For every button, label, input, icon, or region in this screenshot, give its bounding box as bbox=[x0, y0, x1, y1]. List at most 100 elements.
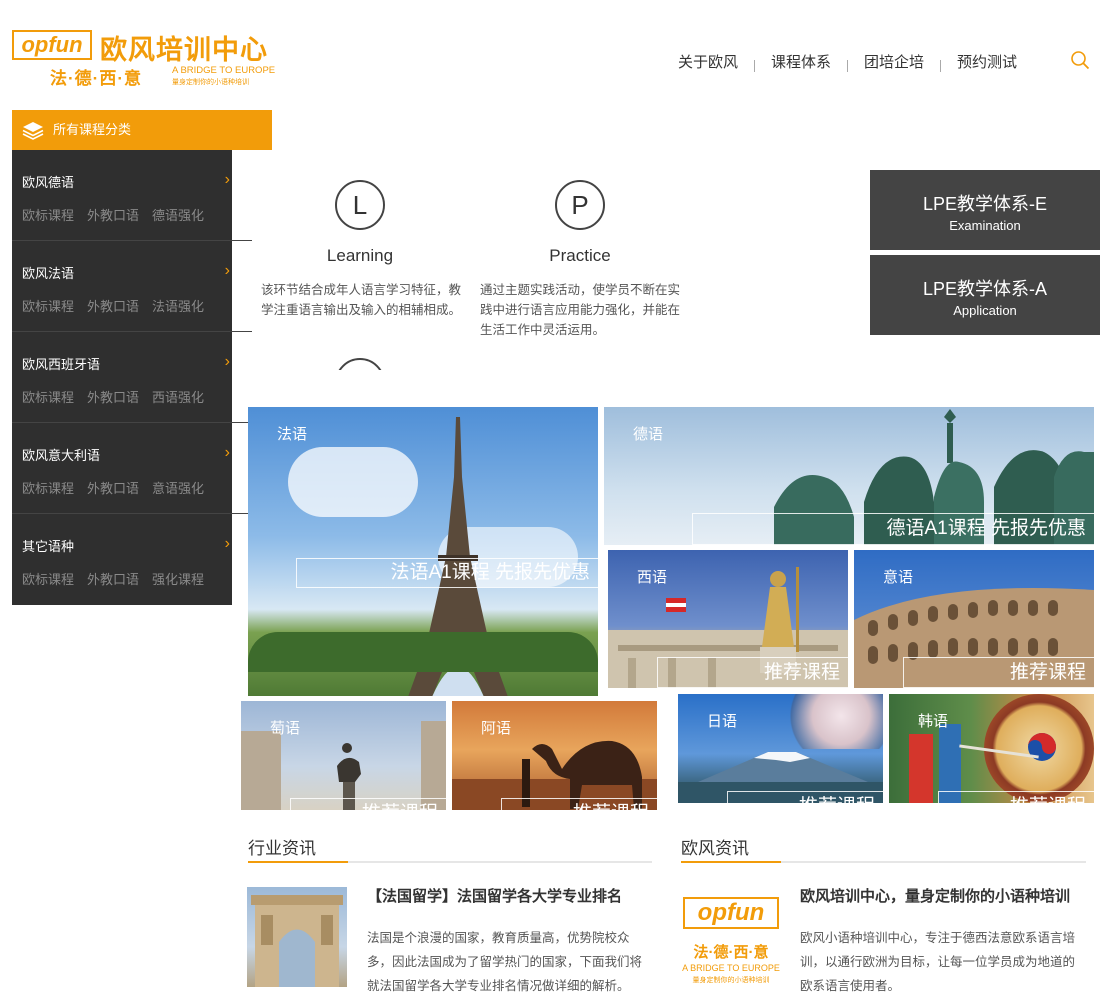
category-spanish[interactable]: 欧风西班牙语 › 欧标课程 外教口语 西语强化 bbox=[12, 332, 232, 423]
category-italian[interactable]: 欧风意大利语 › 欧标课程 外教口语 意语强化 bbox=[12, 423, 232, 514]
thumb-logo-mark: opfun bbox=[683, 897, 779, 929]
practice-desc: 通过主题实践活动，使学员不断在实践中进行语言应用能力强化，并能在生活工作中灵活运… bbox=[480, 283, 681, 337]
chevron-right-icon: › bbox=[224, 353, 230, 370]
category-link[interactable]: 外教口语 bbox=[87, 387, 139, 406]
news-title-link[interactable]: 欧风培训中心，量身定制你的小语种培训 bbox=[800, 885, 1070, 906]
category-title[interactable]: 欧风西班牙语 bbox=[22, 354, 232, 373]
category-link[interactable]: 法语强化 bbox=[152, 296, 204, 315]
learning-desc: 该环节结合成年人语言学习特征，教学注重语言输出及输入的相辅相成。 bbox=[261, 283, 462, 317]
chevron-right-icon: › bbox=[224, 535, 230, 552]
nav-item-courses[interactable]: 课程体系 bbox=[771, 51, 831, 72]
divider-line bbox=[232, 331, 252, 332]
company-news-heading[interactable]: 欧风资讯 bbox=[681, 834, 749, 859]
camel-image bbox=[522, 740, 642, 809]
all-categories-header[interactable]: 所有课程分类 bbox=[12, 110, 272, 150]
practice-title: Practice bbox=[549, 246, 611, 265]
site-logo[interactable]: opfun 欧风培训中心 法·德·西·意 A BRIDGE TO EUROPE … bbox=[12, 28, 284, 88]
nav-divider bbox=[940, 59, 942, 72]
lpe-application-button[interactable]: LPE教学体系-A Application bbox=[870, 255, 1100, 335]
chevron-right-icon: › bbox=[224, 171, 230, 188]
category-link[interactable]: 意语强化 bbox=[152, 478, 204, 497]
category-link[interactable]: 外教口语 bbox=[87, 569, 139, 588]
learning-icon: L bbox=[335, 180, 385, 230]
news-thumbnail[interactable]: opfun 法·德·西·意 A BRIDGE TO EUROPE 量身定制你的小… bbox=[681, 887, 781, 987]
course-tile-italian[interactable]: 意语 推荐课程 bbox=[854, 550, 1094, 688]
course-tile-korean[interactable]: 韩语 推荐课程 bbox=[889, 694, 1094, 803]
category-link[interactable]: 欧标课程 bbox=[22, 296, 74, 315]
lpe-subtitle: Examination bbox=[949, 218, 1021, 233]
lpe-title: LPE教学体系-E bbox=[922, 194, 1048, 214]
category-other[interactable]: 其它语种 › 欧标课程 外教口语 强化课程 bbox=[12, 514, 232, 605]
tile-promo-link[interactable]: 推荐课程 bbox=[903, 657, 1094, 688]
flag-icon bbox=[666, 598, 686, 612]
tile-label: 萄语 bbox=[270, 720, 301, 737]
tile-promo-link[interactable]: 推荐课程 bbox=[727, 791, 883, 803]
category-title[interactable]: 欧风法语 bbox=[22, 263, 232, 282]
category-link[interactable]: 外教口语 bbox=[87, 478, 139, 497]
tile-promo-link[interactable]: 推荐课程 bbox=[938, 791, 1094, 803]
category-link[interactable]: 欧标课程 bbox=[22, 387, 74, 406]
logo-tagline: A BRIDGE TO EUROPE bbox=[172, 65, 276, 76]
category-link[interactable]: 强化课程 bbox=[152, 569, 204, 588]
category-link[interactable]: 欧标课程 bbox=[22, 478, 74, 497]
thumb-logo-languages: 法·德·西·意 bbox=[693, 944, 769, 961]
nav-divider bbox=[847, 59, 849, 72]
course-tile-japanese[interactable]: 日语 推荐课程 bbox=[678, 694, 883, 803]
lpe-title: LPE教学体系-A bbox=[922, 279, 1048, 299]
section-rule-accent bbox=[681, 861, 781, 863]
nav-item-corporate[interactable]: 团培企培 bbox=[864, 51, 924, 72]
category-french[interactable]: 欧风法语 › 欧标课程 外教口语 法语强化 bbox=[12, 241, 232, 332]
news-summary: 欧风小语种培训中心，专注于德西法意欧系语言培训，以通行欧洲为目标，让每一位学员成… bbox=[800, 931, 1076, 993]
tile-label: 日语 bbox=[707, 713, 738, 730]
learning-title: Learning bbox=[326, 246, 394, 265]
category-link[interactable]: 外教口语 bbox=[87, 205, 139, 224]
main-nav: 关于欧风 课程体系 团培企培 预约测试 bbox=[678, 51, 1017, 72]
lpe-examination-button[interactable]: LPE教学体系-E Examination bbox=[870, 170, 1100, 250]
tile-label: 韩语 bbox=[918, 713, 949, 730]
category-link[interactable]: 西语强化 bbox=[152, 387, 204, 406]
tile-label: 德语 bbox=[633, 426, 664, 443]
practice-icon: P bbox=[555, 180, 605, 230]
industry-news-heading[interactable]: 行业资讯 bbox=[248, 834, 316, 859]
course-tile-arabic[interactable]: 阿语 推荐课程 bbox=[452, 701, 657, 810]
tile-label: 法语 bbox=[277, 426, 308, 443]
layers-icon bbox=[22, 122, 44, 140]
logo-slogan: 量身定制你的小语种培训 bbox=[172, 79, 249, 86]
thumb-logo-slogan: 量身定制你的小语种培训 bbox=[692, 977, 770, 984]
thumb-logo-tagline: A BRIDGE TO EUROPE bbox=[682, 963, 780, 973]
course-tile-german[interactable]: 德语 德语A1课程 先报先优惠 bbox=[604, 407, 1094, 545]
search-icon[interactable] bbox=[1070, 50, 1090, 70]
tile-promo-link[interactable]: 推荐课程 bbox=[290, 798, 446, 810]
tile-label: 阿语 bbox=[481, 720, 512, 737]
news-thumbnail[interactable] bbox=[247, 887, 347, 987]
category-list: 欧风德语 › 欧标课程 外教口语 德语强化 欧风法语 › 欧标课程 外教口语 法… bbox=[12, 150, 232, 605]
logo-mark: opfun bbox=[12, 30, 92, 60]
tile-label: 意语 bbox=[883, 569, 914, 586]
category-title[interactable]: 其它语种 bbox=[22, 536, 232, 555]
course-tile-spanish[interactable]: 西语 推荐课程 bbox=[608, 550, 848, 688]
nav-item-about[interactable]: 关于欧风 bbox=[678, 51, 738, 72]
category-german[interactable]: 欧风德语 › 欧标课程 外教口语 德语强化 bbox=[12, 150, 232, 241]
news-summary: 法国是个浪漫的国家，教育质量高，优势院校众多，因此法国成为了留学热门的国家，下面… bbox=[367, 931, 643, 993]
category-link[interactable]: 欧标课程 bbox=[22, 569, 74, 588]
tile-promo-link[interactable]: 德语A1课程 先报先优惠 bbox=[692, 513, 1094, 545]
tile-promo-link[interactable]: 推荐课程 bbox=[501, 798, 657, 810]
divider-line bbox=[232, 240, 252, 241]
category-title[interactable]: 欧风意大利语 bbox=[22, 445, 232, 464]
category-link[interactable]: 外教口语 bbox=[87, 296, 139, 315]
step-icon-partial bbox=[335, 358, 385, 370]
logo-languages: 法·德·西·意 bbox=[50, 69, 142, 88]
chevron-right-icon: › bbox=[224, 262, 230, 279]
category-title[interactable]: 欧风德语 bbox=[22, 172, 232, 191]
chevron-right-icon: › bbox=[224, 444, 230, 461]
course-tile-portuguese[interactable]: 萄语 推荐课程 bbox=[241, 701, 446, 810]
category-link[interactable]: 德语强化 bbox=[152, 205, 204, 224]
nav-item-test[interactable]: 预约测试 bbox=[957, 51, 1017, 72]
tile-promo-link[interactable]: 法语A1课程 先报先优惠 bbox=[296, 558, 598, 588]
course-tile-french[interactable]: 法语 法语A1课程 先报先优惠 bbox=[248, 407, 598, 696]
category-link[interactable]: 欧标课程 bbox=[22, 205, 74, 224]
tile-promo-link[interactable]: 推荐课程 bbox=[657, 657, 848, 688]
lpe-subtitle: Application bbox=[953, 303, 1017, 318]
tile-label: 西语 bbox=[637, 569, 668, 586]
news-title-link[interactable]: 【法国留学】法国留学各大学专业排名 bbox=[367, 885, 622, 906]
